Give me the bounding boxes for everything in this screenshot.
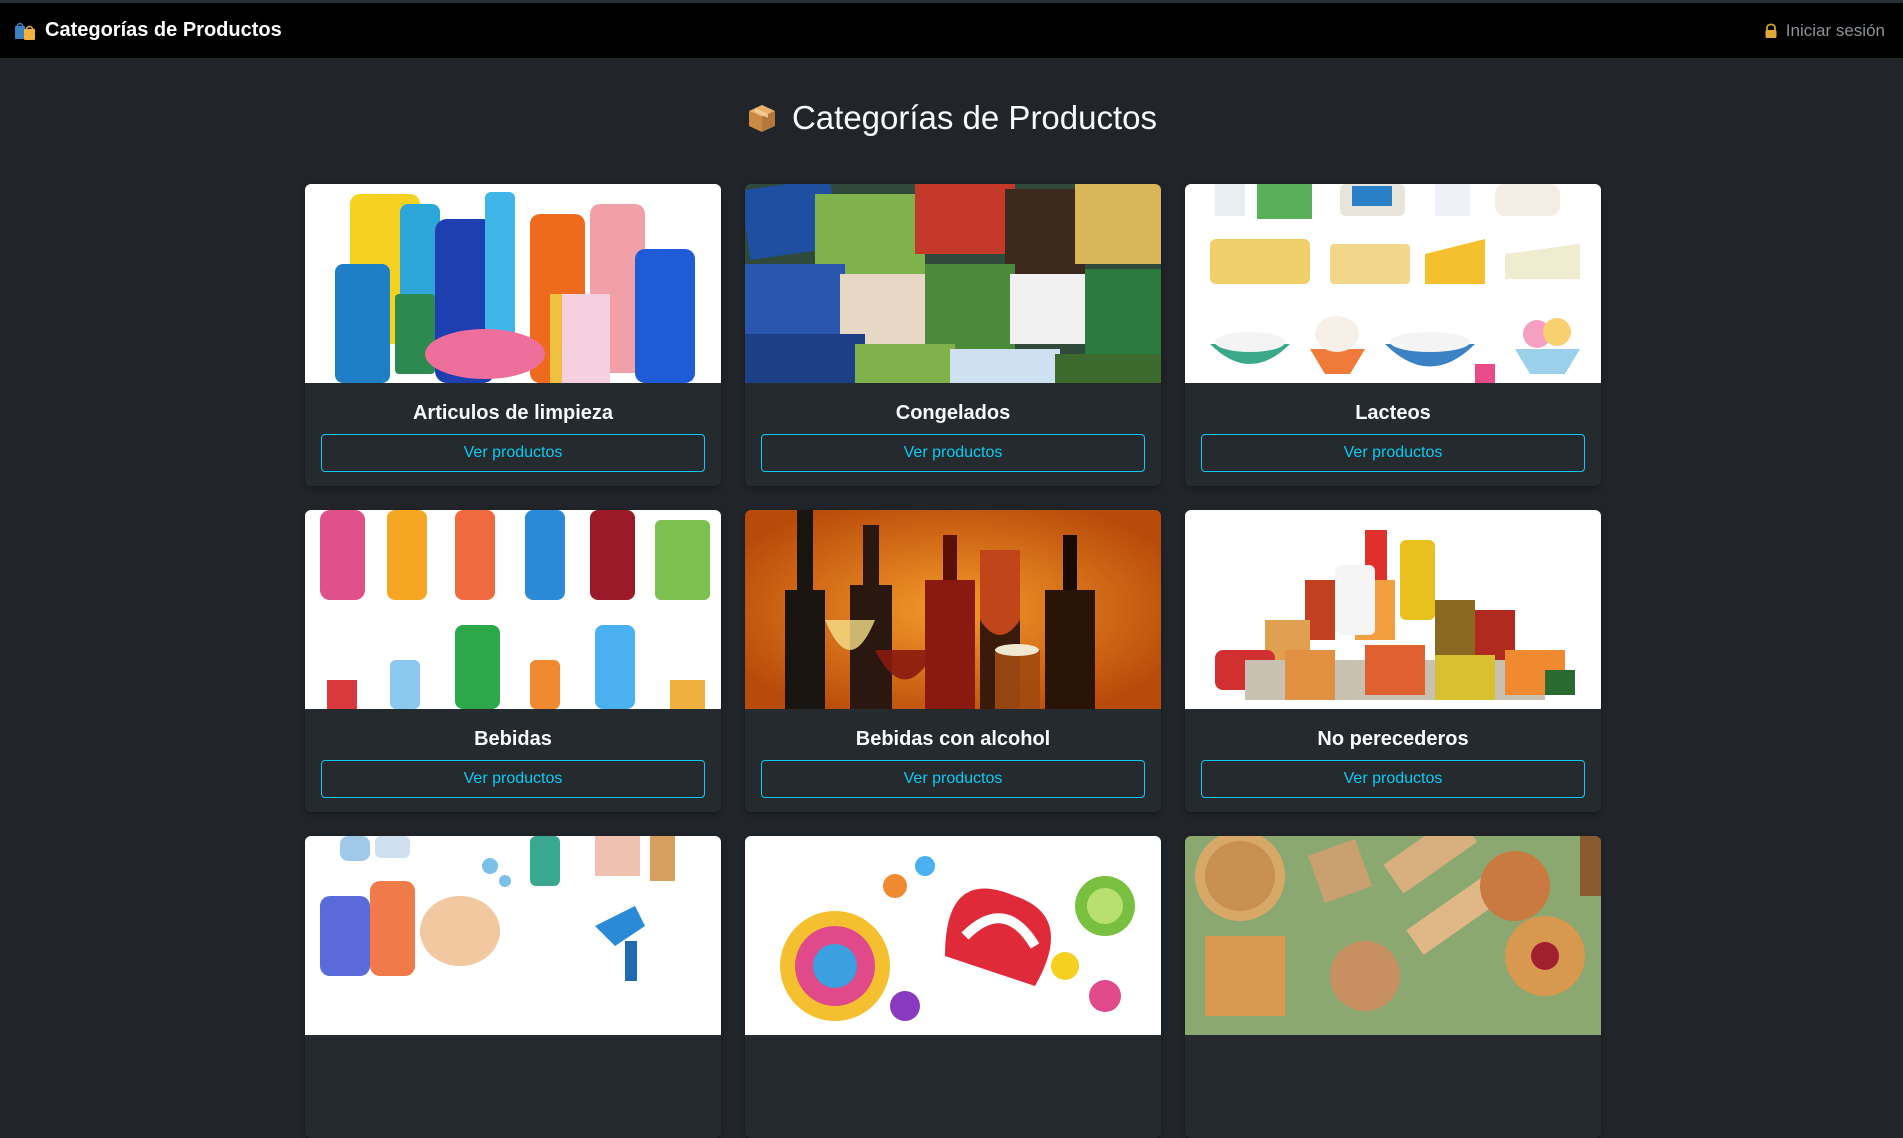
login-label: Iniciar sesión <box>1785 20 1885 40</box>
category-card-limpieza: Articulos de limpieza Ver productos <box>305 184 721 486</box>
card-body: Lacteos Ver productos <box>1185 383 1601 486</box>
card-body: Congelados Ver productos <box>745 383 1161 486</box>
category-title: Articulos de limpieza <box>412 402 614 424</box>
package-box-icon <box>746 102 778 134</box>
canned-goods-image <box>1185 510 1601 709</box>
top-navbar: Categorías de Productos Iniciar sesión <box>0 3 1903 58</box>
card-body <box>745 1035 1161 1093</box>
hygiene-products-image <box>305 836 721 1035</box>
view-products-button[interactable]: Ver productos <box>1201 434 1585 472</box>
dairy-products-image <box>1185 184 1601 383</box>
lock-icon <box>1763 23 1779 39</box>
category-card-galletas <box>1185 836 1601 1138</box>
category-grid: Articulos de limpieza Ver productos Cong… <box>305 184 1601 1138</box>
category-card-higiene <box>305 836 721 1138</box>
card-body <box>1185 1035 1601 1093</box>
category-title: Bebidas <box>474 728 552 750</box>
category-title <box>761 1053 1145 1077</box>
page-title: Categorías de Productos <box>791 99 1158 136</box>
view-products-button[interactable]: Ver productos <box>321 434 705 472</box>
view-products-button[interactable]: Ver productos <box>761 434 1145 472</box>
category-title <box>321 1053 705 1077</box>
beverages-image <box>305 510 721 709</box>
category-title: Lacteos <box>1355 402 1431 424</box>
view-products-button[interactable]: Ver productos <box>761 760 1145 798</box>
navbar-brand[interactable]: Categorías de Productos <box>14 19 282 42</box>
card-body <box>305 1035 721 1093</box>
login-link[interactable]: Iniciar sesión <box>1763 21 1885 41</box>
cookies-biscuits-image <box>1185 836 1601 1035</box>
view-products-button[interactable]: Ver productos <box>321 760 705 798</box>
card-body: Bebidas Ver productos <box>305 709 721 812</box>
category-card-congelados: Congelados Ver productos <box>745 184 1161 486</box>
category-card-lacteos: Lacteos Ver productos <box>1185 184 1601 486</box>
view-products-button[interactable]: Ver productos <box>1201 760 1585 798</box>
category-title: No perecederos <box>1317 728 1469 750</box>
alcoholic-drinks-image <box>745 510 1161 709</box>
category-card-bebidas-alcohol: Bebidas con alcohol Ver productos <box>745 510 1161 812</box>
candy-lollipops-image <box>745 836 1161 1035</box>
page-heading: Categorías de Productos <box>0 98 1903 138</box>
category-title <box>1201 1053 1585 1077</box>
card-body: Articulos de limpieza Ver productos <box>305 383 721 486</box>
category-title: Congelados <box>895 402 1011 424</box>
card-body: No perecederos Ver productos <box>1185 709 1601 812</box>
shopping-bags-icon <box>14 21 37 41</box>
brand-title: Categorías de Productos <box>45 19 282 41</box>
category-card-bebidas: Bebidas Ver productos <box>305 510 721 812</box>
category-title: Bebidas con alcohol <box>855 728 1051 750</box>
card-body: Bebidas con alcohol Ver productos <box>745 709 1161 812</box>
category-card-dulces <box>745 836 1161 1138</box>
category-card-no-perecederos: No perecederos Ver productos <box>1185 510 1601 812</box>
frozen-food-image <box>745 184 1161 383</box>
cleaning-products-image <box>305 184 721 383</box>
